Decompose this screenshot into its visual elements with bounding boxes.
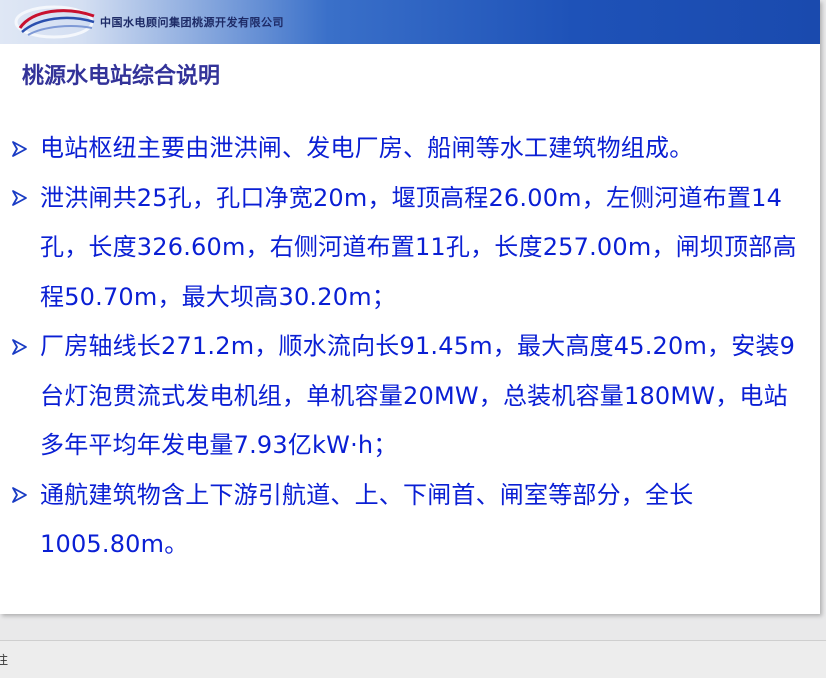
- bullet-text: 泄洪闸共25孔，孔口净宽20m，堰顶高程26.00m，左侧河道布置14孔，长度3…: [40, 183, 797, 311]
- notes-pane[interactable]: 注: [0, 640, 826, 678]
- bullet-item: 厂房轴线长271.2m，顺水流向长91.45m，最大高度45.20m，安装9台灯…: [10, 322, 810, 471]
- bullet-text: 通航建筑物含上下游引航道、上、下闸首、闸室等部分，全长1005.80m。: [40, 480, 694, 559]
- bullet-text: 厂房轴线长271.2m，顺水流向长91.45m，最大高度45.20m，安装9台灯…: [40, 332, 796, 459]
- arrow-bullet-icon: [10, 471, 34, 521]
- bullet-item: 通航建筑物含上下游引航道、上、下闸首、闸室等部分，全长1005.80m。: [10, 471, 810, 570]
- notes-label: 注: [0, 653, 9, 667]
- arrow-bullet-icon: [10, 174, 34, 224]
- bullet-item: 泄洪闸共25孔，孔口净宽20m，堰顶高程26.00m，左侧河道布置14孔，长度3…: [10, 174, 810, 323]
- bullet-list: 电站枢纽主要由泄洪闸、发电厂房、船闸等水工建筑物组成。 泄洪闸共25孔，孔口净宽…: [10, 124, 810, 570]
- slide[interactable]: 中国水电顾问集团桃源开发有限公司 桃源水电站综合说明 电站枢纽主要由泄洪闸、发电…: [0, 0, 820, 614]
- slide-title: 桃源水电站综合说明: [22, 63, 221, 89]
- arrow-bullet-icon: [10, 124, 34, 174]
- swoosh-logo-icon: [14, 5, 95, 39]
- presentation-window: 中国水电顾问集团桃源开发有限公司 桃源水电站综合说明 电站枢纽主要由泄洪闸、发电…: [0, 0, 826, 678]
- header-banner: 中国水电顾问集团桃源开发有限公司: [0, 0, 820, 44]
- bullet-item: 电站枢纽主要由泄洪闸、发电厂房、船闸等水工建筑物组成。: [10, 124, 810, 174]
- arrow-bullet-icon: [10, 322, 34, 372]
- company-name: 中国水电顾问集团桃源开发有限公司: [100, 16, 284, 29]
- bullet-text: 电站枢纽主要由泄洪闸、发电厂房、船闸等水工建筑物组成。: [40, 134, 694, 162]
